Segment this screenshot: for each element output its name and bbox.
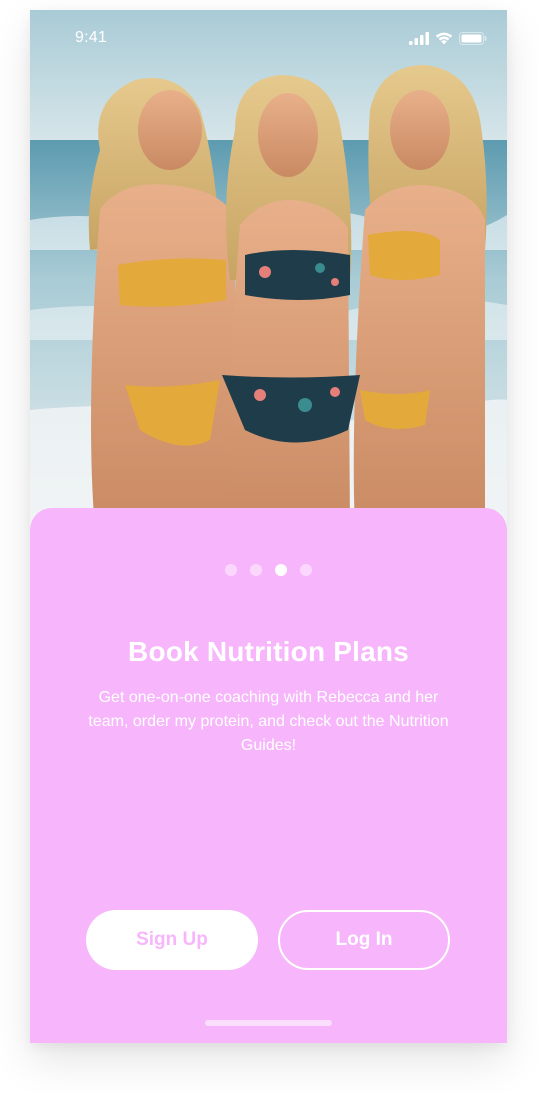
battery-icon bbox=[459, 32, 487, 45]
onboarding-title: Book Nutrition Plans bbox=[128, 636, 409, 667]
cellular-signal-icon bbox=[409, 32, 429, 45]
onboarding-description: Get one-on-one coaching with Rebecca and… bbox=[88, 689, 449, 754]
phone-screen: 9:41 Book Nutrition Plans Get one-on-one… bbox=[30, 10, 507, 1043]
sign-up-button[interactable]: Sign Up bbox=[86, 910, 258, 970]
log-in-button[interactable]: Log In bbox=[278, 910, 450, 970]
pagination-dot[interactable] bbox=[225, 564, 237, 576]
wifi-icon bbox=[435, 32, 453, 45]
pagination-dot[interactable] bbox=[250, 564, 262, 576]
status-icons bbox=[409, 32, 487, 45]
status-time: 9:41 bbox=[75, 29, 107, 46]
pagination-dots bbox=[30, 564, 507, 576]
onboarding-card: Book Nutrition Plans Get one-on-one coac… bbox=[30, 508, 507, 1043]
hero-photo: 9:41 bbox=[30, 10, 507, 530]
home-indicator[interactable] bbox=[205, 1020, 332, 1026]
status-bar: 9:41 bbox=[30, 10, 507, 66]
pagination-dot[interactable] bbox=[275, 564, 287, 576]
pagination-dot[interactable] bbox=[300, 564, 312, 576]
